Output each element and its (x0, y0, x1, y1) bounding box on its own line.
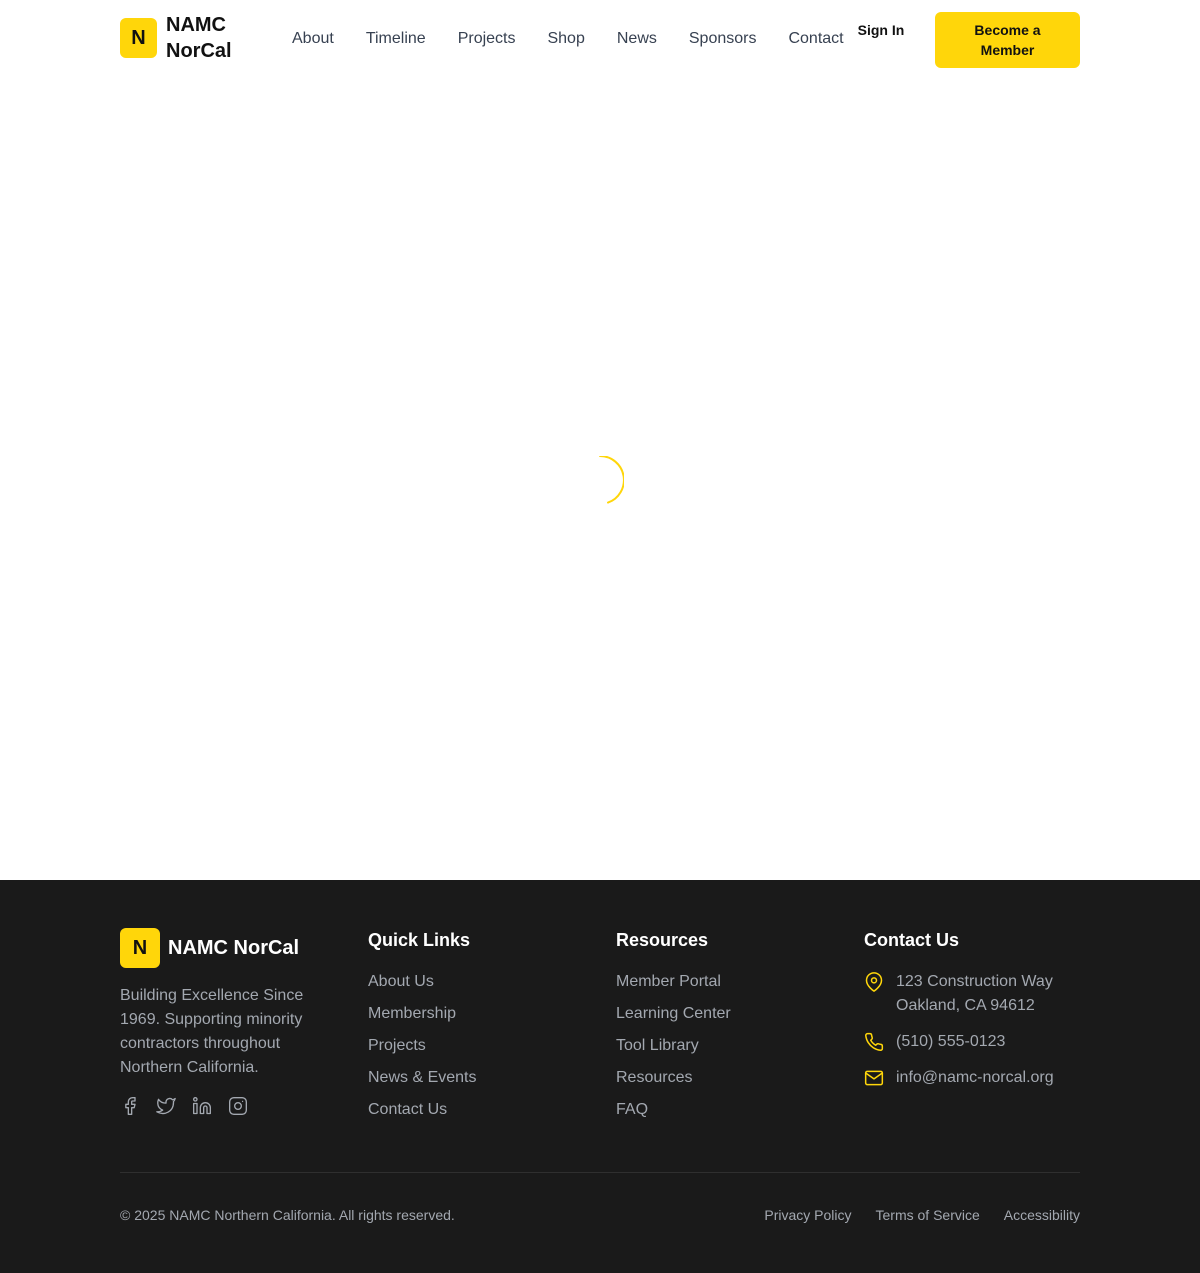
address-line-1: 123 Construction Way (896, 973, 1053, 990)
contact-phone[interactable]: (510) 555-0123 (864, 1030, 1080, 1054)
main-nav: About Timeline Projects Shop News Sponso… (276, 29, 860, 49)
footer-contact: Contact Us 123 Construction Way Oakland,… (864, 928, 1080, 1102)
site-footer: N NAMC NorCal Building Excellence Since … (0, 880, 1200, 1273)
footer-divider (120, 1172, 1080, 1173)
instagram-icon[interactable] (228, 1096, 248, 1116)
footer-logo[interactable]: N NAMC NorCal (120, 928, 340, 968)
sign-in-link[interactable]: Sign In (856, 20, 906, 40)
address-line-2: Oakland, CA 94612 (896, 997, 1035, 1014)
mail-icon (864, 1068, 884, 1088)
nav-about[interactable]: About (276, 29, 350, 49)
linkedin-icon[interactable] (192, 1096, 212, 1116)
phone-icon (864, 1032, 884, 1052)
legal-links: Privacy Policy Terms of Service Accessib… (740, 1206, 1080, 1224)
footer-brand: N NAMC NorCal Building Excellence Since … (120, 928, 340, 1116)
footer-link-projects[interactable]: Projects (368, 1034, 568, 1058)
footer-resources: Resources Member Portal Learning Center … (616, 928, 816, 1130)
footer-link-member-portal[interactable]: Member Portal (616, 970, 816, 994)
nav-timeline[interactable]: Timeline (350, 29, 442, 49)
become-member-button[interactable]: Become a Member (935, 12, 1080, 68)
footer-link-about-us[interactable]: About Us (368, 970, 568, 994)
footer-quick-links: Quick Links About Us Membership Projects… (368, 928, 568, 1130)
loading-spinner-icon (576, 455, 625, 504)
footer-logo-text: NAMC NorCal (168, 936, 300, 959)
logo-text: NAMC NorCal (166, 14, 232, 62)
site-header: N NAMC NorCal About Timeline Projects Sh… (0, 0, 1200, 80)
quick-links-heading: Quick Links (368, 930, 471, 950)
accessibility-link[interactable]: Accessibility (1004, 1206, 1080, 1224)
footer-link-contact-us[interactable]: Contact Us (368, 1098, 568, 1122)
footer-logo-badge: N (120, 928, 160, 968)
footer-description: Building Excellence Since 1969. Supporti… (120, 987, 304, 1076)
footer-link-faq[interactable]: FAQ (616, 1098, 816, 1122)
copyright-text: © 2025 NAMC Northern California. All rig… (120, 1207, 455, 1223)
footer-link-news-events[interactable]: News & Events (368, 1066, 568, 1090)
map-pin-icon (864, 972, 884, 992)
facebook-icon[interactable] (120, 1096, 140, 1116)
logo-link[interactable]: N NAMC NorCal (120, 12, 246, 64)
phone-number: (510) 555-0123 (896, 1033, 1006, 1050)
footer-link-tool-library[interactable]: Tool Library (616, 1034, 816, 1058)
logo-badge: N (120, 18, 157, 58)
privacy-policy-link[interactable]: Privacy Policy (764, 1206, 851, 1224)
footer-link-learning-center[interactable]: Learning Center (616, 1002, 816, 1026)
resources-heading: Resources (616, 930, 709, 950)
email-address: info@namc-norcal.org (896, 1069, 1054, 1086)
nav-news[interactable]: News (601, 29, 673, 49)
nav-sponsors[interactable]: Sponsors (673, 29, 773, 49)
nav-contact[interactable]: Contact (772, 29, 859, 49)
terms-of-service-link[interactable]: Terms of Service (876, 1206, 980, 1224)
contact-heading: Contact Us (864, 930, 960, 950)
footer-link-membership[interactable]: Membership (368, 1002, 568, 1026)
contact-address: 123 Construction Way Oakland, CA 94612 (864, 970, 1080, 1018)
nav-projects[interactable]: Projects (442, 29, 532, 49)
contact-email[interactable]: info@namc-norcal.org (864, 1066, 1080, 1090)
footer-link-resources[interactable]: Resources (616, 1066, 816, 1090)
nav-shop[interactable]: Shop (531, 29, 600, 49)
twitter-icon[interactable] (156, 1096, 176, 1116)
social-links (120, 1096, 340, 1116)
